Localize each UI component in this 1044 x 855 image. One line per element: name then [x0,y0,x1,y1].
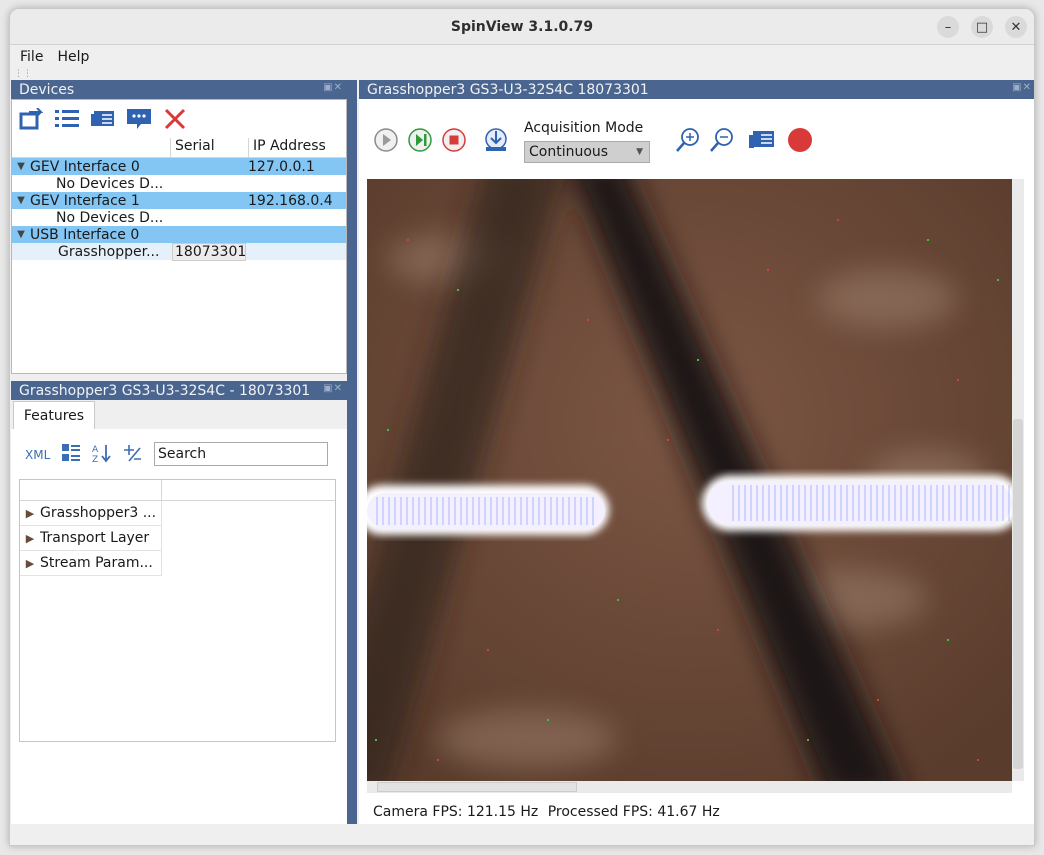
devices-tree: Serial IP Address ▼ GEV Interface 0 127.… [12,138,346,261]
expand-triangle-icon[interactable]: ▼ [12,195,30,206]
window-title: SpinView 3.1.0.79 [450,18,594,35]
chevron-down-icon: ▼ [636,147,643,157]
close-button[interactable]: ✕ [1005,16,1027,38]
tree-row-no-devices-1[interactable]: No Devices D... [12,209,346,226]
horizontal-scrollbar[interactable] [367,781,1012,793]
device-info-icon[interactable] [90,106,116,132]
refresh-icon[interactable] [18,106,44,132]
devices-panel: Serial IP Address ▼ GEV Interface 0 127.… [11,99,347,374]
app-window: SpinView 3.1.0.79 – □ ✕ File Help ⋮⋮ Dev… [9,8,1035,846]
camera-panel-title: Grasshopper3 GS3-U3-32S4C 18073301 ▣✕ [359,80,1034,99]
menu-bar: File Help [10,45,1034,68]
acquisition-mode-select[interactable]: Continuous ▼ [524,141,650,163]
features-panel-title: Grasshopper3 GS3-U3-32S4C - 18073301 ▣✕ [11,381,347,400]
splitter-handle[interactable] [347,80,357,824]
expand-triangle-icon[interactable]: ▼ [12,229,30,240]
plus-minus-icon[interactable] [124,444,142,465]
maximize-button[interactable]: □ [971,16,993,38]
devices-title-text: Devices [19,81,75,98]
devices-toolbar [18,106,188,132]
vertical-scrollbar[interactable] [1012,179,1024,781]
devices-panel-title: Devices ▣✕ [11,80,347,99]
title-bar: SpinView 3.1.0.79 – □ ✕ [10,9,1034,45]
panel-controls-icon[interactable]: ▣✕ [323,82,343,93]
acquisition-mode-value: Continuous [529,144,609,160]
features-tree-header [20,480,335,501]
menu-file[interactable]: File [20,49,43,65]
camera-title-text: Grasshopper3 GS3-U3-32S4C 18073301 [367,81,649,98]
zoom-out-icon[interactable] [709,127,735,153]
play-icon[interactable] [373,127,399,153]
processed-fps: Processed FPS: 41.67 Hz [547,804,720,820]
tab-features[interactable]: Features [13,401,95,430]
status-bar: Camera FPS: 121.15 Hz Processed FPS: 41.… [373,804,725,820]
features-panel: XML AZ Search ▶ Grasshopper3 ... ▶ Trans… [11,429,347,824]
features-toolbar: XML AZ [25,443,142,466]
image-info-icon[interactable] [749,127,775,153]
xml-icon[interactable]: XML [25,448,50,462]
play-single-icon[interactable] [407,127,433,153]
expand-triangle-icon[interactable]: ▼ [12,161,30,172]
feature-item[interactable]: ▶ Transport Layer [20,526,162,551]
column-ip[interactable]: IP Address [248,138,346,157]
expand-arrow-icon[interactable]: ▶ [20,507,40,520]
devices-tree-header: Serial IP Address [12,138,346,158]
panel-controls-icon[interactable]: ▣✕ [323,383,343,394]
tree-row-grasshopper[interactable]: Grasshopper... 18073301 [12,242,346,261]
tree-row-gev1[interactable]: ▼ GEV Interface 1 192.168.0.4 [12,192,346,209]
stop-icon[interactable] [441,127,467,153]
sort-az-icon[interactable]: AZ [92,443,112,466]
zoom-in-icon[interactable] [675,127,701,153]
menu-help[interactable]: Help [57,49,89,65]
tree-row-usb0[interactable]: ▼ USB Interface 0 [12,226,346,243]
collapse-tree-icon[interactable] [62,444,81,465]
svg-text:A: A [92,445,99,455]
list-view-icon[interactable] [54,106,80,132]
toolbar-grip-icon: ⋮⋮ [14,69,32,79]
acquisition-mode-label: Acquisition Mode [524,120,644,136]
delete-icon[interactable] [162,106,188,132]
tree-row-gev0[interactable]: ▼ GEV Interface 0 127.0.0.1 [12,158,346,175]
features-title-text: Grasshopper3 GS3-U3-32S4C - 18073301 [19,382,311,399]
minimize-button[interactable]: – [937,16,959,38]
expand-arrow-icon[interactable]: ▶ [20,532,40,545]
features-tree: ▶ Grasshopper3 ... ▶ Transport Layer ▶ S… [19,479,336,742]
svg-text:Z: Z [92,455,98,463]
search-input[interactable]: Search [154,442,328,466]
column-serial[interactable]: Serial [170,138,248,157]
expand-arrow-icon[interactable]: ▶ [20,557,40,570]
camera-panel: Acquisition Mode Continuous ▼ Camera FPS… [359,99,1034,824]
panel-controls-icon[interactable]: ▣✕ [1012,82,1032,93]
download-icon[interactable] [483,127,509,153]
feature-item[interactable]: ▶ Stream Param... [20,551,162,576]
camera-fps: Camera FPS: 121.15 Hz [373,804,539,820]
record-icon[interactable] [787,127,813,153]
tree-row-no-devices-0[interactable]: No Devices D... [12,175,346,192]
camera-image[interactable] [367,179,1012,781]
feature-item[interactable]: ▶ Grasshopper3 ... [20,501,162,526]
message-icon[interactable] [126,106,152,132]
